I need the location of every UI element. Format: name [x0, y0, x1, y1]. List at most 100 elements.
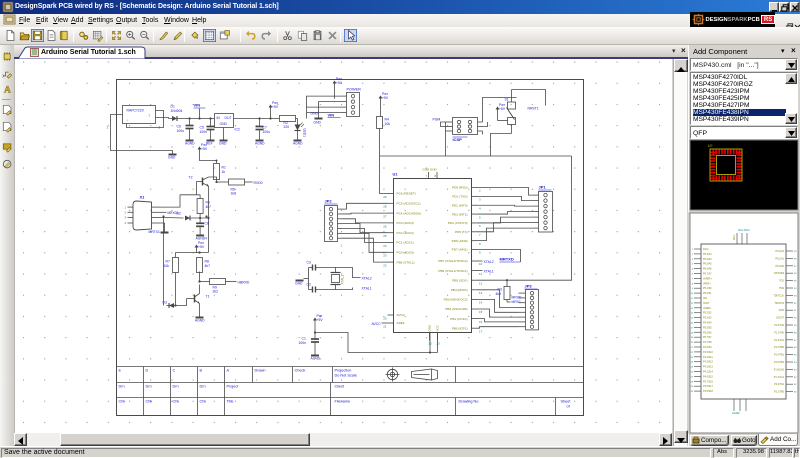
- svg-text:20: 20: [383, 316, 387, 320]
- svg-text:25: 25: [383, 234, 387, 238]
- svg-text:Drawn: Drawn: [255, 369, 266, 373]
- svg-text:100u: 100u: [177, 129, 185, 133]
- svg-text:AGND: AGND: [293, 142, 303, 146]
- svg-text:C1: C1: [302, 337, 306, 341]
- svg-text:OUT: OUT: [225, 116, 232, 120]
- svg-text:Title: Title: [227, 400, 234, 404]
- svg-text:JP1: JP1: [539, 185, 547, 190]
- svg-text:+5V: +5V: [336, 81, 343, 85]
- svg-text:Chk: Chk: [200, 400, 207, 404]
- svg-text:P4.7/S8: P4.7/S8: [703, 341, 712, 344]
- svg-text:XTAL1: XTAL1: [484, 270, 494, 274]
- svg-text:24: 24: [383, 244, 387, 248]
- svg-text:P6.2/A2: P6.2/A2: [775, 250, 784, 253]
- svg-text:HBRXD: HBRXD: [238, 281, 250, 285]
- svg-text:14: 14: [479, 301, 483, 305]
- svg-text:P6.1/A1: P6.1/A1: [775, 257, 784, 260]
- svg-text:10: 10: [479, 262, 483, 266]
- svg-text:P1.6/CA0: P1.6/CA0: [774, 368, 785, 371]
- svg-text:U1: U1: [393, 173, 398, 177]
- svg-text:220: 220: [284, 125, 290, 129]
- svg-text:C: C: [173, 369, 176, 373]
- svg-text:28: 28: [383, 205, 387, 209]
- svg-text:Project: Project: [227, 385, 240, 389]
- svg-text:TDO/TDI: TDO/TDI: [774, 302, 784, 305]
- svg-text:PC4 (ADC4/SDA): PC4 (ADC4/SDA): [397, 211, 421, 215]
- svg-text:RAPC722X: RAPC722X: [127, 109, 145, 113]
- svg-text:D2: D2: [177, 212, 181, 216]
- svg-text:LED1: LED1: [303, 129, 307, 138]
- svg-text:R6: R6: [206, 201, 210, 205]
- svg-text:JP3: JP3: [525, 284, 533, 289]
- svg-text:PB5 (SCK): PB5 (SCK): [452, 278, 467, 282]
- svg-text:R1: R1: [222, 166, 226, 170]
- svg-text:PC0 (ADC0): PC0 (ADC0): [397, 251, 414, 255]
- svg-text:+: +: [127, 119, 129, 123]
- svg-text:+5V: +5V: [201, 147, 208, 151]
- svg-text:GND: GND: [295, 282, 303, 286]
- svg-text:PC5 (ADC5/SCL): PC5 (ADC5/SCL): [397, 202, 421, 206]
- svg-text:Check: Check: [295, 369, 306, 373]
- svg-text:PC3 (ADC3): PC3 (ADC3): [397, 221, 414, 225]
- svg-text:C5: C5: [200, 126, 204, 130]
- svg-text:PC6 (RESET): PC6 (RESET): [397, 192, 416, 196]
- svg-text:13: 13: [479, 291, 483, 295]
- svg-text:VREF+: VREF+: [703, 282, 711, 285]
- svg-text:P4.6/S9: P4.6/S9: [703, 346, 712, 349]
- svg-text:VCC: VCC: [436, 324, 440, 331]
- svg-text:+5V: +5V: [499, 107, 506, 111]
- svg-text:PD2 (INT0): PD2 (INT0): [452, 203, 468, 207]
- svg-text:PD4 (XCK/T0): PD4 (XCK/T0): [448, 221, 468, 225]
- svg-text:P1.4/TB1: P1.4/TB1: [774, 354, 785, 357]
- svg-text:D: D: [146, 369, 149, 373]
- svg-text:23: 23: [383, 254, 387, 258]
- svg-text:XTAL1: XTAL1: [341, 275, 345, 285]
- svg-text:2: 2: [159, 126, 161, 130]
- svg-text:1k: 1k: [222, 170, 226, 174]
- svg-text:D1: D1: [171, 105, 175, 109]
- svg-text:+5V: +5V: [272, 105, 279, 109]
- svg-text:R7: R7: [166, 260, 170, 264]
- svg-text:ICSP: ICSP: [453, 137, 463, 142]
- svg-text:P5.4/S4: P5.4/S4: [703, 322, 712, 325]
- svg-text:AVCC: AVCC: [397, 313, 406, 317]
- svg-text:21: 21: [383, 324, 387, 328]
- svg-text:Drn: Drn: [119, 385, 125, 389]
- svg-text:+5V: +5V: [382, 96, 389, 100]
- svg-text:1k8: 1k8: [231, 192, 237, 196]
- svg-text:XTAL2: XTAL2: [484, 260, 494, 264]
- svg-text:P5.1/S0: P5.1/S0: [703, 287, 712, 290]
- svg-text:X2OUT: X2OUT: [776, 317, 785, 320]
- svg-text:P6.4/A4: P6.4/A4: [703, 258, 712, 261]
- svg-text:AVcc: AVcc: [733, 234, 736, 240]
- svg-text:T2: T2: [189, 176, 193, 180]
- svg-text:XTAL1: XTAL1: [362, 287, 372, 291]
- svg-text:PB4 (MISO): PB4 (MISO): [451, 288, 468, 292]
- svg-text:12: 12: [479, 281, 483, 285]
- svg-text:MRX1: MRX1: [512, 300, 522, 304]
- svg-text:R4: R4: [385, 118, 389, 122]
- svg-text:AREF: AREF: [397, 321, 405, 325]
- svg-text:P2.0/TA2: P2.0/TA2: [774, 383, 784, 386]
- svg-text:AGND4: AGND4: [196, 237, 208, 241]
- svg-text:C2: C2: [307, 283, 311, 287]
- svg-text:NRST1: NRST1: [528, 107, 539, 111]
- svg-text:P4.1/S14: P4.1/S14: [703, 371, 714, 374]
- svg-text:POWER: POWER: [347, 88, 362, 92]
- svg-text:DVcc: DVcc: [703, 248, 710, 251]
- svg-text:100n: 100n: [299, 341, 307, 345]
- svg-text:-: -: [149, 119, 150, 123]
- svg-text:Filename: Filename: [335, 400, 351, 404]
- svg-text:C8: C8: [205, 222, 209, 226]
- svg-text:X1: X1: [140, 195, 146, 200]
- svg-text:P5.3/S3: P5.3/S3: [703, 317, 712, 320]
- svg-text:Chk: Chk: [146, 400, 153, 404]
- svg-text:Drn: Drn: [146, 385, 152, 389]
- svg-text:PD3 (INT1): PD3 (INT1): [452, 212, 468, 216]
- svg-text:P5.2/S2: P5.2/S2: [703, 312, 712, 315]
- svg-text:+5V: +5V: [317, 318, 324, 322]
- svg-text:PD6 (AIN0): PD6 (AIN0): [452, 239, 468, 243]
- svg-text:PB0 (ICP1): PB0 (ICP1): [452, 326, 468, 330]
- svg-text:PC1 (ADC1): PC1 (ADC1): [397, 241, 414, 245]
- svg-text:P5.7/S7: P5.7/S7: [703, 336, 712, 339]
